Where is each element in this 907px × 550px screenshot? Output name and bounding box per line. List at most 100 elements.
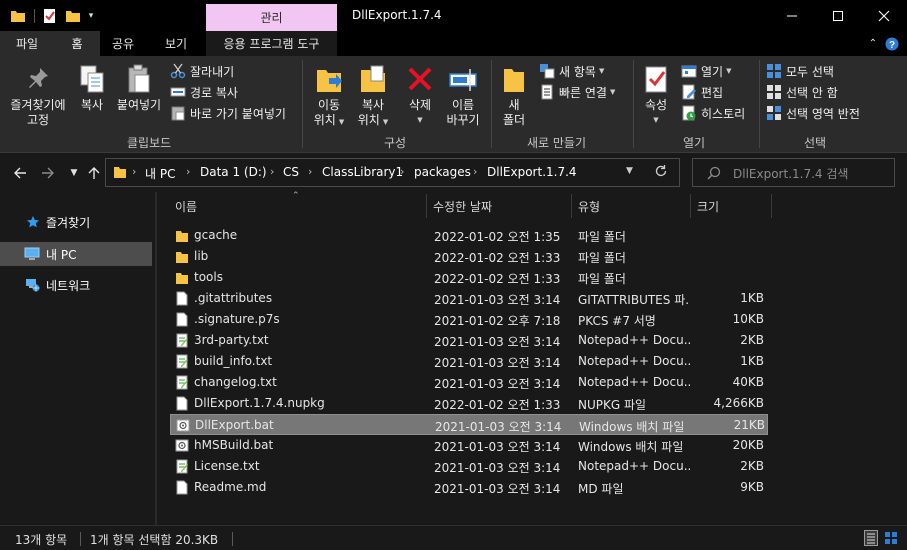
rename-button[interactable]: 이름 바꾸기 (440, 62, 486, 128)
copy-to-button[interactable]: 복사 위치 ▼ (352, 62, 394, 130)
copy-to-label-line1: 복사 (361, 98, 385, 112)
copy-icon (76, 62, 108, 96)
easy-access-button[interactable]: 빠른 연결 ▼ (539, 82, 615, 102)
file-name: lib (194, 249, 209, 263)
edit-button[interactable]: 편집 (681, 82, 723, 102)
file-name: gcache (194, 228, 238, 242)
column-divider[interactable] (771, 194, 772, 218)
column-divider[interactable] (571, 194, 572, 218)
open-button[interactable]: 열기 ▼ (681, 61, 731, 81)
file-name: DllExport.bat (195, 418, 274, 432)
collapse-ribbon-icon[interactable]: ⌃ (866, 31, 880, 56)
copy-path-button[interactable]: 경로 복사 (170, 82, 238, 102)
context-tab-manage[interactable]: 관리 (206, 4, 337, 31)
new-folder-button[interactable]: 새 폴더 (496, 62, 532, 128)
properties-label: 속성 (644, 98, 668, 112)
file-modified: 2022-01-02 오전 1:33 (434, 251, 561, 265)
column-header-type[interactable]: 유형 (578, 198, 600, 215)
paste-button[interactable]: 붙여넣기 (114, 62, 164, 113)
file-row[interactable]: build_info.txt 2021-01-03 오전 3:14 Notepad+… (170, 351, 768, 372)
file-row[interactable]: 3rd-party.txt 2021-01-03 오전 3:14 Notepad++… (170, 330, 768, 351)
up-button[interactable] (84, 163, 104, 183)
delete-button[interactable]: 삭제 ▼ (402, 62, 438, 128)
file-row[interactable]: tools 2022-01-02 오전 1:33 파일 폴더 (170, 267, 768, 288)
tab-application-tools[interactable]: 응용 프로그램 도구 (206, 31, 337, 56)
nav-item-network[interactable]: 네트워크 (0, 273, 152, 297)
help-icon[interactable]: ? (884, 31, 900, 56)
ribbon-separator (759, 60, 760, 148)
breadcrumb-drive-d[interactable]: Data 1 (D:) (200, 165, 267, 179)
file-modified: 2021-01-03 오전 3:14 (434, 335, 561, 349)
breadcrumb-separator-icon: › (473, 165, 478, 178)
maximize-button[interactable] (815, 0, 861, 31)
select-none-button[interactable]: 선택 안 함 (766, 82, 838, 102)
file-row[interactable]: DllExport.bat 2021-01-03 오전 3:14 Windows 배… (170, 414, 768, 435)
file-row[interactable]: gcache 2022-01-02 오전 1:35 파일 폴더 (170, 225, 768, 246)
select-none-label: 선택 안 함 (786, 85, 838, 100)
new-folder-icon[interactable] (63, 6, 83, 26)
column-header-modified[interactable]: 수정한 날짜 (433, 198, 492, 215)
copy-to-label-line2: 위치 (357, 113, 380, 127)
folder-icon[interactable] (8, 6, 28, 26)
file-row[interactable]: License.txt 2021-01-03 오전 3:14 Notepad++ D… (170, 456, 768, 477)
tab-share[interactable]: 공유 (100, 31, 146, 56)
address-history-dropdown[interactable]: ▼ (626, 166, 633, 176)
breadcrumb-cs[interactable]: CS (283, 165, 299, 179)
move-to-button[interactable]: 이동 위치 ▼ (308, 62, 350, 130)
forward-button[interactable] (38, 163, 58, 183)
recent-locations-button[interactable]: ▼ (64, 163, 84, 183)
file-type: Windows 배치 파일 (579, 420, 685, 434)
file-size: 4,266KB (713, 396, 764, 410)
pin-to-quick-access-button[interactable]: 즐겨찾기에 고정 (6, 62, 70, 128)
tab-home[interactable]: 홈 (54, 31, 100, 56)
breadcrumb-packages[interactable]: packages (414, 165, 471, 179)
back-button[interactable] (10, 163, 30, 183)
properties-button[interactable]: 속성 ▼ (638, 62, 674, 128)
column-divider[interactable] (690, 194, 691, 218)
refresh-icon[interactable] (654, 164, 668, 181)
file-row[interactable]: DllExport.1.7.4.nupkg 2022-01-02 오전 1:33 N… (170, 393, 768, 414)
column-divider[interactable] (426, 194, 427, 218)
file-modified: 2022-01-02 오전 1:35 (434, 230, 561, 244)
file-row[interactable]: .signature.p7s 2021-01-02 오후 7:18 PKCS #7 … (170, 309, 768, 330)
select-all-button[interactable]: 모두 선택 (766, 61, 834, 81)
file-size: 9KB (740, 480, 764, 494)
breadcrumb-this-pc[interactable]: 내 PC (145, 165, 175, 182)
nav-label-this-pc: 내 PC (46, 247, 77, 262)
customize-quick-access-icon[interactable]: ▾ (84, 6, 98, 26)
new-item-button[interactable]: 새 항목 ▼ (539, 61, 604, 81)
breadcrumb-dllexport[interactable]: DllExport.1.7.4 (487, 165, 577, 179)
paste-shortcut-button[interactable]: 바로 가기 붙여넣기 (170, 103, 286, 123)
address-bar[interactable]: › 내 PC › Data 1 (D:) › CS › ClassLibrary… (105, 158, 680, 187)
column-header-size[interactable]: 크기 (697, 198, 719, 215)
forward-arrow-icon (42, 167, 54, 179)
large-icons-view-icon[interactable] (884, 530, 898, 546)
move-to-icon (313, 62, 345, 96)
details-view-icon[interactable] (864, 530, 878, 546)
search-input[interactable]: DllExport.1.7.4 검색 (692, 158, 895, 187)
nav-item-this-pc[interactable]: 내 PC (0, 242, 152, 266)
file-row[interactable]: Readme.md 2021-01-03 오전 3:14 MD 파일 9KB (170, 477, 768, 498)
file-row[interactable]: .gitattributes 2021-01-03 오전 3:14 GITATTRI… (170, 288, 768, 309)
history-button[interactable]: 히스토리 (681, 103, 745, 123)
invert-selection-button[interactable]: 선택 영역 반전 (766, 103, 860, 123)
file-modified: 2021-01-03 오전 3:14 (434, 461, 561, 475)
file-row[interactable]: lib 2022-01-02 오전 1:33 파일 폴더 (170, 246, 768, 267)
properties-icon[interactable] (40, 6, 60, 26)
rename-label-line1: 이름 (451, 98, 475, 112)
column-header-name[interactable]: 이름 (175, 198, 197, 215)
file-row[interactable]: changelog.txt 2021-01-03 오전 3:14 Notepad++… (170, 372, 768, 393)
copy-button[interactable]: 복사 (74, 62, 110, 113)
file-row[interactable]: hMSBuild.bat 2021-01-03 오전 3:14 Windows 배치… (170, 435, 768, 456)
nav-item-quick-access[interactable]: 즐겨찾기 (0, 210, 152, 234)
file-size: 2KB (740, 459, 764, 473)
rename-icon (447, 62, 479, 96)
cut-button[interactable]: 잘라내기 (170, 61, 234, 81)
tab-view[interactable]: 보기 (152, 31, 200, 56)
breadcrumb-classlibrary1[interactable]: ClassLibrary1 (322, 165, 403, 179)
close-button[interactable] (861, 0, 907, 31)
tab-file[interactable]: 파일 (0, 31, 54, 56)
minimize-button[interactable] (769, 0, 815, 31)
breadcrumb-separator-icon: › (400, 165, 405, 178)
file-type: Notepad++ Docu... (578, 375, 690, 389)
